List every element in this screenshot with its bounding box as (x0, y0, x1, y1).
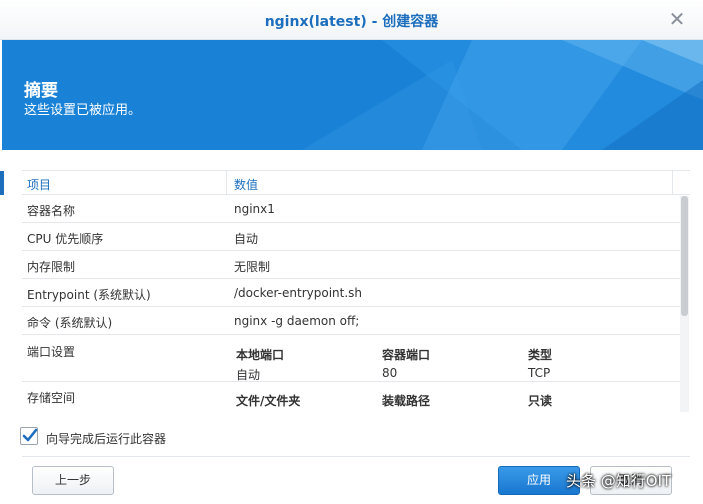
banner-background (302, 40, 703, 150)
header-item: 项目 (27, 178, 52, 192)
storage-header-readonly: 只读 (528, 394, 553, 408)
ports-header-type: 类型 (528, 348, 553, 362)
row-value: /docker-entrypoint.sh (234, 286, 363, 300)
table-row: 内存限制 无限制 (22, 251, 680, 279)
close-icon[interactable]: ✕ (666, 8, 688, 30)
table-row-ports: 端口设置 本地端口 容器端口 类型 自动 80 TCP (22, 335, 680, 382)
watermark: 头条 @知行OIT (566, 472, 672, 490)
summary-table: 项目 数值 容器名称 nginx1 CPU 优先顺序 自动 内存限制 无限制 E… (22, 170, 690, 412)
window-title: nginx(latest) - 创建容器 (264, 14, 439, 30)
row-key: 存储空间 (27, 391, 76, 405)
footer-divider (22, 456, 690, 457)
title-bar: nginx(latest) - 创建容器 ✕ (0, 0, 703, 40)
run-after-label[interactable]: 向导完成后运行此容器 (46, 430, 166, 447)
scrollbar-thumb[interactable] (681, 196, 688, 316)
ports-value-container: 80 (382, 366, 398, 380)
storage-header-mount: 装载路径 (382, 394, 431, 408)
selection-indicator (0, 171, 4, 195)
row-key: Entrypoint (系统默认) (27, 288, 151, 302)
row-value: 自动 (234, 232, 259, 246)
row-key: 命令 (系统默认) (27, 316, 113, 330)
ports-header-local: 本地端口 (236, 348, 285, 362)
table-row: 命令 (系统默认) nginx -g daemon off; (22, 307, 680, 335)
table-row-storage: 存储空间 文件/文件夹 装载路径 只读 (22, 382, 680, 412)
row-value: nginx1 (234, 202, 275, 216)
header-divider (226, 171, 227, 195)
row-key: 端口设置 (27, 345, 76, 359)
table-row: 容器名称 nginx1 (22, 195, 680, 223)
summary-banner: 摘要 这些设置已被应用。 (2, 40, 703, 150)
previous-button[interactable]: 上一步 (32, 466, 114, 495)
table-row: CPU 优先顺序 自动 (22, 223, 680, 251)
storage-header-folder: 文件/文件夹 (236, 394, 301, 408)
table-header: 项目 数值 (22, 170, 690, 195)
banner-subheading: 这些设置已被应用。 (24, 103, 142, 118)
banner-heading: 摘要 (24, 81, 58, 101)
run-after-checkbox[interactable] (20, 427, 38, 445)
ports-value-local: 自动 (236, 368, 261, 382)
row-value: 无限制 (234, 260, 271, 274)
checkmark-icon (22, 428, 38, 442)
row-key: 容器名称 (27, 204, 76, 218)
table-row: Entrypoint (系统默认) /docker-entrypoint.sh (22, 279, 680, 307)
ports-value-type: TCP (528, 366, 551, 380)
ports-header-container: 容器端口 (382, 348, 431, 362)
row-value: nginx -g daemon off; (234, 314, 360, 328)
row-key: 内存限制 (27, 260, 76, 274)
header-divider (672, 171, 673, 195)
row-key: CPU 优先顺序 (27, 232, 104, 246)
header-value: 数值 (234, 178, 259, 192)
